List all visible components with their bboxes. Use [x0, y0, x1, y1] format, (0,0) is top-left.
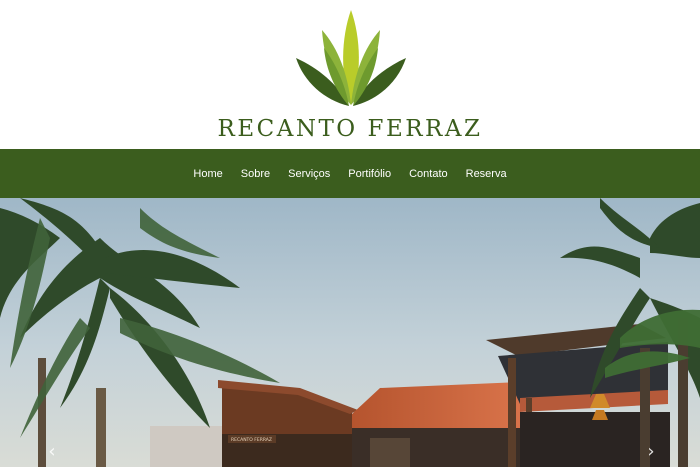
- nav-item-portifolio[interactable]: Portifólio: [348, 168, 391, 180]
- main-navigation: Home Sobre Serviços Portifólio Contato R…: [0, 149, 700, 198]
- site-header: RECANTO FERRAZ: [0, 0, 700, 149]
- brand-name: RECANTO FERRAZ: [217, 116, 483, 142]
- nav-item-reserva[interactable]: Reserva: [466, 168, 507, 180]
- chevron-right-icon[interactable]: ›: [643, 440, 659, 464]
- nav-item-servicos[interactable]: Serviços: [288, 168, 330, 180]
- nav-item-sobre[interactable]: Sobre: [241, 168, 270, 180]
- hero-carousel: RECANTO FERRAZ: [0, 198, 700, 467]
- outdoor-venue-photo: RECANTO FERRAZ: [0, 198, 700, 467]
- leaf-logo-icon[interactable]: [290, 8, 412, 108]
- nav-item-home[interactable]: Home: [193, 168, 222, 180]
- hero-sign-text: RECANTO FERRAZ: [231, 437, 272, 443]
- nav-list: Home Sobre Serviços Portifólio Contato R…: [0, 149, 700, 198]
- chevron-left-icon[interactable]: ‹: [44, 440, 60, 464]
- nav-item-contato[interactable]: Contato: [409, 168, 448, 180]
